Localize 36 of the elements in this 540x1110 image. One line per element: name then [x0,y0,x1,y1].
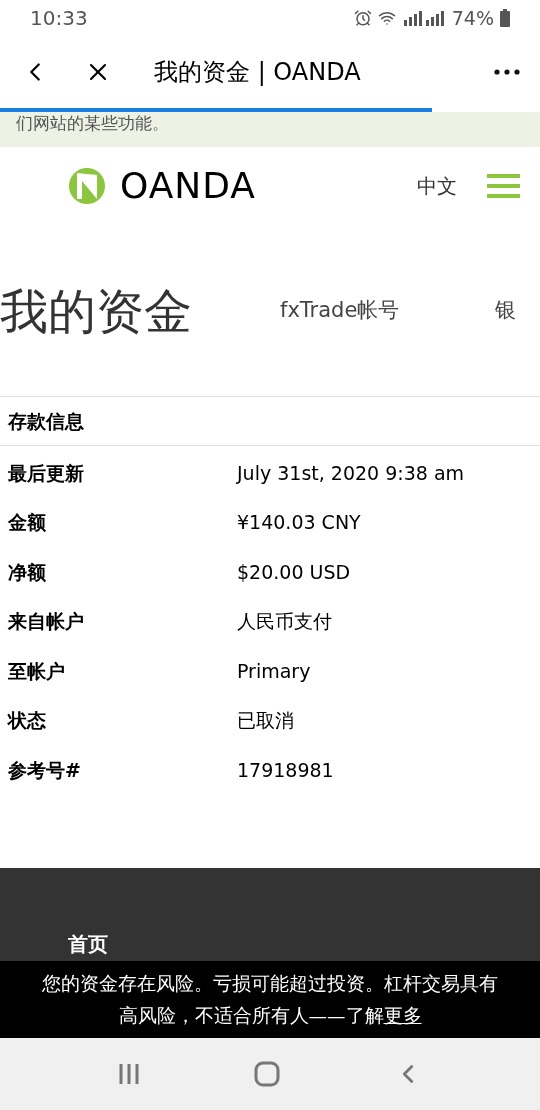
page-heading: 我的资金 [0,281,192,341]
section-title: 存款信息 [8,408,84,434]
wifi-icon [377,9,396,27]
more-button[interactable] [494,69,520,75]
notice-text: 们网站的某些功能。 [16,112,169,134]
risk-warning: 您的资金存在风险。亏损可能超过投资。杠杆交易具有高风险，不适合所有人——了解更多 [41,971,499,1028]
detail-value: 人民币支付 [237,609,332,634]
page-title: 我的资金 | OANDA [154,57,361,88]
detail-value: Primary [237,658,311,684]
detail-label: 状态 [8,708,47,733]
detail-value: 已取消 [237,708,294,733]
home-icon[interactable] [254,1061,280,1087]
detail-label: 参考号# [8,757,82,783]
menu-button[interactable] [487,174,520,198]
detail-label: 金额 [8,510,47,535]
detail-label: 至帐户 [8,658,66,684]
logo-icon [68,167,106,205]
battery-icon [500,9,510,27]
footer-link[interactable]: 首页 [68,929,108,959]
detail-label: 来自帐户 [8,609,85,634]
detail-value: $20.00 USD [237,559,351,585]
detail-value: July 31st, 2020 9:38 am [237,460,465,486]
learn-more-link[interactable]: 更多 [383,1004,422,1026]
more-icon [494,69,520,75]
detail-value: 17918981 [237,757,334,783]
language-link[interactable]: 中文 [417,171,457,201]
status-time: 10:33 [30,5,88,32]
battery-percent: 74% [451,5,494,31]
tab[interactable]: 银 [495,294,517,327]
detail-label: 净额 [8,559,47,585]
detail-value: ¥140.03 CNY [237,510,361,535]
alarm-icon [353,9,372,27]
logo-wordmark: OANDA [120,164,256,208]
detail-label: 最后更新 [8,460,85,486]
signal-icon [401,10,446,26]
tab[interactable]: fxTrade帐号 [280,294,400,327]
